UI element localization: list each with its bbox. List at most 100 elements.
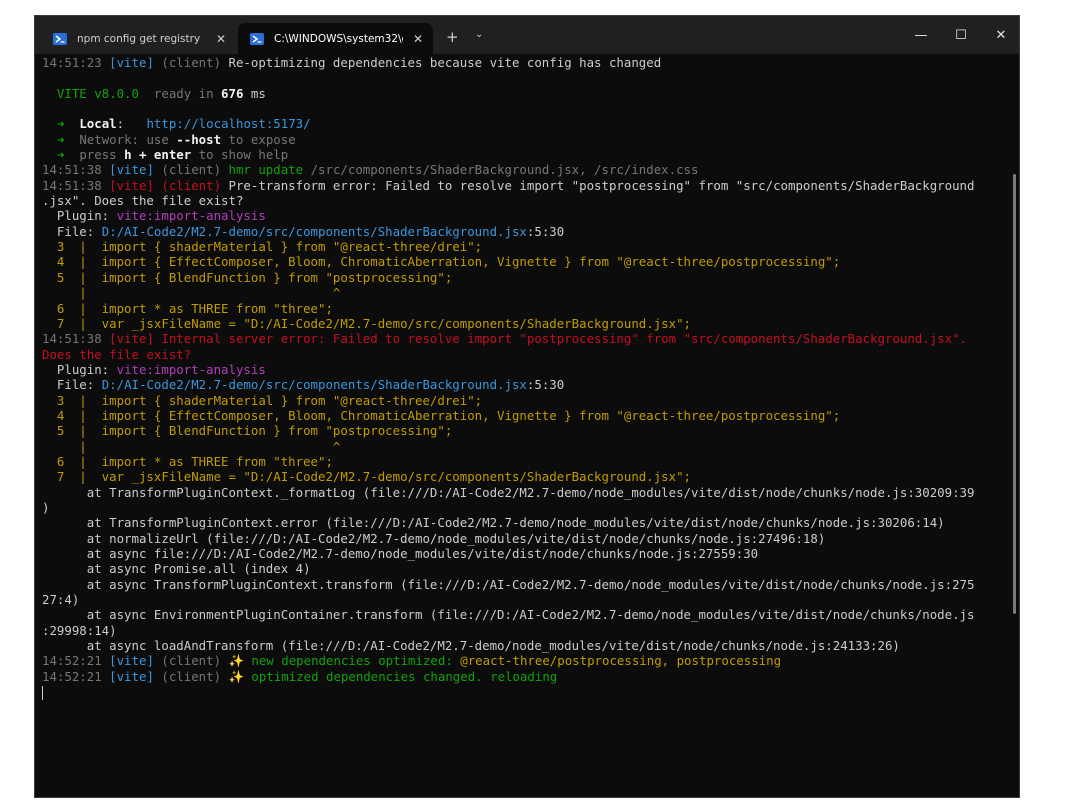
console-text: Plugin: (42, 361, 117, 377)
console-text: [vite] (109, 55, 162, 70)
console-text: at async file:///D:/AI-Code2/M2.7-demo/n… (42, 546, 759, 561)
console-text: 5 | import { BlendFunction } from "postp… (42, 269, 453, 285)
console-line: 4 | import { EffectComposer, Bloom, Chro… (42, 408, 1019, 423)
console-text: D:/AI-Code2/M2.7-demo/src/components/Sha… (101, 377, 527, 393)
console-line: ➜ Network: use --host to expose (42, 132, 1019, 147)
console-text: 14:51:38 (42, 162, 110, 178)
console-output[interactable]: 14:51:23 [vite] (client) Re-optimizing d… (35, 54, 1019, 797)
console-text: vite:import-analysis (116, 361, 266, 377)
console-text: Plugin: (42, 208, 117, 224)
console-text: (client) (161, 55, 229, 70)
console-text: Internal server error: Failed to resolve… (161, 331, 968, 347)
console-line: at async file:///D:/AI-Code2/M2.7-demo/n… (42, 546, 1019, 561)
console-line: ➜ press h + enter to show help (42, 147, 1019, 162)
console-text: at async TransformPluginContext.transfor… (42, 576, 975, 592)
console-text: 14:51:38 (42, 331, 110, 347)
scrollbar[interactable] (1013, 174, 1016, 614)
console-line: | ^ (42, 285, 1019, 300)
console-text: 7 | var _jsxFileName = "D:/AI-Code2/M2.7… (42, 469, 692, 485)
console-text: at async Promise.all (index 4) (42, 561, 311, 577)
console-text: [vite] (109, 653, 162, 669)
console-line: File: D:/AI-Code2/M2.7-demo/src/componen… (42, 377, 1019, 392)
console-line: VITE v8.0.0 ready in 676 ms (42, 86, 1019, 101)
console-line: 4 | import { EffectComposer, Bloom, Chro… (42, 254, 1019, 269)
console-text: Local (79, 116, 117, 132)
console-line: 7 | var _jsxFileName = "D:/AI-Code2/M2.7… (42, 469, 1019, 484)
console-line: at TransformPluginContext._formatLog (fi… (42, 485, 1019, 500)
console-line: | ^ (42, 439, 1019, 454)
console-line: .jsx". Does the file exist? (42, 193, 1019, 208)
console-text: : (116, 116, 147, 132)
tab-cmd[interactable]: C:\WINDOWS\system32\cmd.e ✕ (238, 23, 433, 54)
console-line: at TransformPluginContext.error (file://… (42, 515, 1019, 530)
chevron-down-icon[interactable]: ⌄ (475, 29, 483, 40)
console-line: at async loadAndTransform (file:///D:/AI… (42, 638, 1019, 653)
console-text: to expose (221, 131, 296, 147)
console-text: to show help (191, 147, 289, 163)
console-line: 3 | import { shaderMaterial } from "@rea… (42, 393, 1019, 408)
console-text: press (79, 147, 125, 163)
console-line: 14:52:21 [vite] (client) ✨ optimized dep… (42, 669, 1019, 684)
console-line: 14:52:21 [vite] (client) ✨ new dependenc… (42, 653, 1019, 668)
console-text: File: (42, 223, 102, 239)
console-text: 14:51:23 (42, 55, 110, 70)
console-text: [vite] (109, 162, 162, 178)
console-text: new dependencies optimized: (251, 653, 461, 669)
close-window-button[interactable]: ✕ (981, 24, 1019, 46)
console-text: --host (176, 131, 222, 147)
console-line: ) (42, 500, 1019, 515)
console-text: ✨ (228, 653, 252, 669)
console-line: File: D:/AI-Code2/M2.7-demo/src/componen… (42, 224, 1019, 239)
console-line: Plugin: vite:import-analysis (42, 208, 1019, 223)
console-line: 27:4) (42, 592, 1019, 607)
console-text: 5 | import { BlendFunction } from "postp… (42, 423, 453, 439)
console-text: optimized dependencies changed. reloadin… (251, 668, 558, 684)
console-text: Network: use (79, 131, 177, 147)
terminal-window: npm config get registry ✕ C:\WINDOWS\sys… (34, 15, 1020, 798)
maximize-button[interactable]: ☐ (941, 24, 981, 46)
console-text: (client) (161, 177, 229, 193)
console-text: 14:51:38 (42, 177, 110, 193)
powershell-icon (53, 32, 67, 45)
console-line: 6 | import * as THREE from "three"; (42, 301, 1019, 316)
tab-npm-config[interactable]: npm config get registry ✕ (41, 23, 236, 54)
console-line: 3 | import { shaderMaterial } from "@rea… (42, 239, 1019, 254)
console-text: Re-optimizing dependencies because vite … (228, 55, 662, 70)
console-line: Plugin: vite:import-analysis (42, 362, 1019, 377)
console-text: VITE v8.0.0 (42, 85, 154, 101)
console-text: h + enter (124, 147, 192, 163)
console-line: 14:51:23 [vite] (client) Re-optimizing d… (42, 55, 1019, 70)
console-line: at async TransformPluginContext.transfor… (42, 577, 1019, 592)
console-text: ➜ (42, 147, 80, 163)
console-line (42, 684, 1019, 700)
console-text: at async loadAndTransform (file:///D:/AI… (42, 638, 900, 654)
title-bar: npm config get registry ✕ C:\WINDOWS\sys… (35, 16, 1019, 54)
console-text: (client) (161, 653, 229, 669)
new-tab-button[interactable]: + (446, 28, 459, 46)
console-text: [vite] (109, 331, 162, 347)
powershell-icon (250, 32, 264, 45)
console-text: @react-three/postprocessing, postprocess… (460, 653, 782, 669)
console-text: 27:4) (42, 592, 80, 608)
console-text: 4 | import { EffectComposer, Bloom, Chro… (42, 254, 841, 270)
console-text: ✨ (228, 668, 252, 684)
console-text: 3 | import { shaderMaterial } from "@rea… (42, 392, 483, 408)
console-line: at async Promise.all (index 4) (42, 561, 1019, 576)
close-icon[interactable]: ✕ (403, 32, 433, 46)
console-line: 5 | import { BlendFunction } from "postp… (42, 270, 1019, 285)
console-line: 7 | var _jsxFileName = "D:/AI-Code2/M2.7… (42, 316, 1019, 331)
console-text: File: (42, 377, 102, 393)
close-icon[interactable]: ✕ (206, 32, 236, 46)
minimize-button[interactable]: — (901, 24, 941, 46)
console-text: 3 | import { shaderMaterial } from "@rea… (42, 239, 483, 255)
console-text: D:/AI-Code2/M2.7-demo/src/components/Sha… (101, 223, 527, 239)
console-text: vite:import-analysis (116, 208, 266, 224)
console-text: at async EnvironmentPluginContainer.tran… (42, 607, 975, 623)
console-text: :5:30 (526, 223, 565, 239)
console-text: | ^ (42, 285, 341, 301)
console-text: .jsx". Does the file exist? (42, 193, 244, 209)
console-line: :29998:14) (42, 623, 1019, 638)
console-line: Does the file exist? (42, 347, 1019, 362)
console-text: ) (42, 499, 50, 515)
console-text: [vite] (109, 177, 162, 193)
